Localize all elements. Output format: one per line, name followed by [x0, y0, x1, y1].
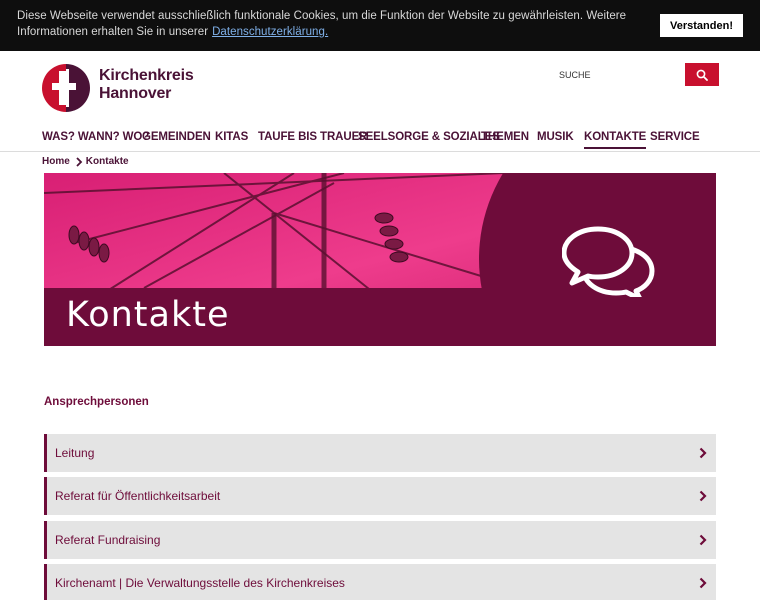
accordion-label: Leitung — [55, 446, 95, 460]
church-logo-icon[interactable] — [42, 64, 90, 112]
search-input[interactable] — [556, 64, 684, 86]
accordion-item-oeffentlichkeitsarbeit[interactable]: Referat für Öffentlichkeitsarbeit — [44, 477, 716, 515]
hero-banner: Kontakte — [44, 173, 716, 346]
chevron-right-icon — [699, 490, 707, 502]
accordion-label: Kirchenamt | Die Verwaltungsstelle des K… — [55, 576, 345, 590]
chevron-right-icon — [699, 577, 707, 589]
search-icon — [696, 69, 708, 81]
breadcrumb-home-link[interactable]: Home — [42, 156, 70, 167]
nav-item-musik[interactable]: MUSIK — [537, 131, 574, 143]
breadcrumb-current: Kontakte — [85, 156, 129, 167]
chevron-right-icon — [76, 156, 83, 167]
nav-item-service[interactable]: SERVICE — [650, 131, 700, 143]
search-button[interactable] — [685, 63, 719, 86]
main-navigation: WAS? WANN? WO? GEMEINDEN KITAS TAUFE BIS… — [0, 127, 760, 152]
privacy-policy-link[interactable]: Datenschutzerklärung. — [212, 26, 328, 38]
accordion-label: Referat für Öffentlichkeitsarbeit — [55, 489, 221, 503]
accordion-item-kirchenamt[interactable]: Kirchenamt | Die Verwaltungsstelle des K… — [44, 564, 716, 600]
cookie-message: Diese Webseite verwendet ausschließlich … — [17, 8, 647, 40]
nav-item-kitas[interactable]: KITAS — [215, 131, 248, 143]
logo-line-1: Kirchenkreis — [99, 67, 194, 84]
chevron-right-icon — [699, 534, 707, 546]
nav-item-taufe-bis-trauer[interactable]: TAUFE BIS TRAUER — [258, 131, 367, 143]
cookie-accept-button[interactable]: Verstanden! — [660, 14, 743, 37]
site-logo-text[interactable]: Kirchenkreis Hannover — [99, 67, 194, 103]
chevron-right-icon — [699, 447, 707, 459]
logo-line-2: Hannover — [99, 85, 172, 102]
cookie-banner: Diese Webseite verwendet ausschließlich … — [0, 0, 760, 51]
breadcrumb: Home Kontakte — [42, 156, 129, 167]
page-title: Kontakte — [66, 295, 230, 335]
nav-item-kontakte[interactable]: KONTAKTE — [584, 131, 646, 149]
section-heading: Ansprechpersonen — [44, 396, 149, 408]
nav-item-themen[interactable]: THEMEN — [481, 131, 529, 143]
nav-item-seelsorge-soziales[interactable]: SEELSORGE & SOZIALES — [358, 131, 500, 143]
accordion-label: Referat Fundraising — [55, 533, 161, 547]
accordion-item-leitung[interactable]: Leitung — [44, 434, 716, 472]
accordion-item-fundraising[interactable]: Referat Fundraising — [44, 521, 716, 559]
nav-item-gemeinden[interactable]: GEMEINDEN — [142, 131, 211, 143]
nav-item-was-wann-wo[interactable]: WAS? WANN? WO? — [42, 131, 149, 143]
speech-bubbles-icon — [562, 226, 655, 297]
